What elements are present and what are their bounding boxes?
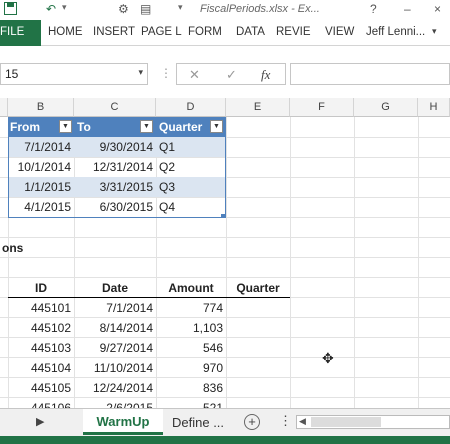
table-cell[interactable]: 12/24/2014 xyxy=(74,378,156,398)
ribbon-tabs: FILE HOME INSERT PAGE L FORM DATA REVIE … xyxy=(0,20,450,46)
gridline xyxy=(0,257,450,258)
formula-buttons: ✕ ✓ fx xyxy=(176,63,286,85)
table-header-from[interactable]: From ▼ xyxy=(8,117,74,137)
table-cell[interactable]: 445103 xyxy=(8,338,74,358)
table-cell[interactable]: 12/31/2014 xyxy=(74,157,156,177)
customize-qat-icon[interactable]: ▾ xyxy=(178,2,183,18)
column-header-b[interactable]: B xyxy=(8,98,74,117)
table-cell[interactable]: 3/31/2015 xyxy=(74,177,156,197)
tab-formulas[interactable]: FORM xyxy=(188,26,222,38)
table-cell[interactable]: 445105 xyxy=(8,378,74,398)
table-header-to[interactable]: To ▼ xyxy=(74,117,156,137)
table-cell[interactable]: Q4 xyxy=(156,197,226,217)
insert-function-icon[interactable]: fx xyxy=(261,67,270,83)
gridline xyxy=(226,117,227,408)
table-cell[interactable]: 6/30/2015 xyxy=(74,197,156,217)
column-title-date[interactable]: Date xyxy=(74,278,156,298)
save-icon[interactable] xyxy=(4,2,17,18)
tab-home[interactable]: HOME xyxy=(48,26,83,38)
column-title-id[interactable]: ID xyxy=(8,278,74,298)
table-header-quarter[interactable]: Quarter ▼ xyxy=(156,117,226,137)
gridline xyxy=(290,117,291,408)
column-header-f[interactable]: F xyxy=(290,98,354,117)
sheet-bar-grip-icon[interactable]: ⋮ xyxy=(279,413,292,429)
column-header-g[interactable]: G xyxy=(354,98,418,117)
table-cell[interactable]: 11/10/2014 xyxy=(74,358,156,378)
filter-dropdown-icon[interactable]: ▼ xyxy=(59,120,72,133)
column-header-a[interactable] xyxy=(0,98,8,117)
tab-review[interactable]: REVIE xyxy=(276,26,311,38)
table-cell[interactable]: 521 xyxy=(156,398,226,408)
column-header-c[interactable]: C xyxy=(74,98,156,117)
tab-view[interactable]: VIEW xyxy=(325,26,354,38)
table-resize-handle[interactable] xyxy=(221,214,226,218)
close-button[interactable]: × xyxy=(434,2,441,16)
table-cell[interactable]: 546 xyxy=(156,338,226,358)
scroll-left-icon[interactable]: ◀ xyxy=(299,416,306,427)
gridline xyxy=(354,117,355,408)
tab-data[interactable]: DATA xyxy=(236,26,265,38)
user-account[interactable]: Jeff Lenni... xyxy=(366,26,425,38)
table-cell[interactable]: 445101 xyxy=(8,298,74,318)
table-cell[interactable]: 445106 xyxy=(8,398,74,408)
title-bar: ↶ ▾ ⚙ ▤ ▾ FiscalPeriods.xlsx - Ex... ? –… xyxy=(0,0,450,20)
cancel-icon[interactable]: ✕ xyxy=(189,67,200,83)
account-dropdown-icon[interactable]: ▾ xyxy=(432,26,437,37)
name-box-dropdown-icon[interactable]: ▾ xyxy=(138,67,143,78)
table-cell[interactable]: 8/14/2014 xyxy=(74,318,156,338)
table-cell[interactable]: 836 xyxy=(156,378,226,398)
filter-dropdown-icon[interactable]: ▼ xyxy=(140,120,153,133)
name-box[interactable]: 15 ▾ xyxy=(0,63,148,85)
table-cell[interactable]: Q2 xyxy=(156,157,226,177)
table-cell[interactable]: 4/1/2015 xyxy=(8,197,74,217)
table-cell[interactable]: Q1 xyxy=(156,137,226,157)
table-cell[interactable]: 774 xyxy=(156,298,226,318)
column-title-amount[interactable]: Amount xyxy=(156,278,226,298)
enter-icon[interactable]: ✓ xyxy=(226,67,237,83)
table-cell[interactable]: 10/1/2014 xyxy=(8,157,74,177)
sheet-tab-bar: ▶ WarmUp Define ... + ⋮ ◀ xyxy=(0,408,450,436)
status-bar xyxy=(0,436,450,444)
column-title-quarter[interactable]: Quarter xyxy=(226,278,290,298)
help-button[interactable]: ? xyxy=(370,2,377,16)
sheet-tab-define[interactable]: Define ... xyxy=(172,415,224,430)
table-cell[interactable]: 9/30/2014 xyxy=(74,137,156,157)
column-header-e[interactable]: E xyxy=(226,98,290,117)
tab-page-layout[interactable]: PAGE L xyxy=(141,26,182,38)
gridline xyxy=(0,237,450,238)
minimize-button[interactable]: – xyxy=(404,2,411,16)
undo-icon[interactable]: ↶ xyxy=(46,2,56,18)
move-cursor-icon: ✥ xyxy=(322,350,334,366)
table-cell[interactable]: 2/6/2015 xyxy=(74,398,156,408)
next-sheet-icon[interactable]: ▶ xyxy=(36,415,44,428)
connection-icon[interactable]: ⚙ xyxy=(118,2,129,18)
column-header-d[interactable]: D xyxy=(156,98,226,117)
horizontal-scrollbar[interactable]: ◀ xyxy=(296,415,450,429)
add-sheet-button[interactable]: + xyxy=(244,414,260,430)
table-cell[interactable]: 9/27/2014 xyxy=(74,338,156,358)
table-cell[interactable]: 445104 xyxy=(8,358,74,378)
sheet-tab-warmup[interactable]: WarmUp xyxy=(83,409,163,435)
table-cell[interactable]: 7/1/2014 xyxy=(74,298,156,318)
tab-insert[interactable]: INSERT xyxy=(93,26,135,38)
undo-dropdown-icon[interactable]: ▾ xyxy=(62,2,67,18)
formula-bar: 15 ▾ ⋮ ✕ ✓ fx xyxy=(0,58,450,92)
table-cell[interactable]: 970 xyxy=(156,358,226,378)
window-title: FiscalPeriods.xlsx - Ex... xyxy=(200,3,320,15)
table-cell[interactable]: Q3 xyxy=(156,177,226,197)
scrollbar-thumb[interactable] xyxy=(311,417,381,427)
table-cell[interactable]: 7/1/2014 xyxy=(8,137,74,157)
formula-input[interactable] xyxy=(290,63,450,85)
table-cell[interactable]: 1/1/2015 xyxy=(8,177,74,197)
worksheet-grid[interactable]: B C D E F G H From ▼ To ▼ Quarter ▼ 7/1/… xyxy=(0,98,450,408)
table-cell[interactable]: 1,103 xyxy=(156,318,226,338)
form-icon[interactable]: ▤ xyxy=(140,2,151,18)
section-label[interactable]: ons xyxy=(0,238,60,258)
table-cell[interactable]: 445102 xyxy=(8,318,74,338)
gridline xyxy=(418,117,419,408)
filter-dropdown-icon[interactable]: ▼ xyxy=(210,120,223,133)
formula-bar-grip-icon[interactable]: ⋮ xyxy=(160,66,172,80)
tab-file[interactable]: FILE xyxy=(0,20,41,46)
column-header-h[interactable]: H xyxy=(418,98,450,117)
